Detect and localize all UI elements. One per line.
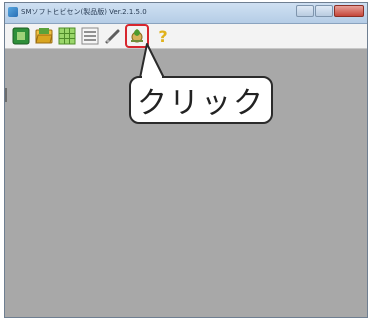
callout-box: クリック — [129, 76, 273, 124]
callout-pointer — [139, 43, 165, 79]
callout-seam — [142, 76, 162, 79]
callout-label: クリック — [137, 86, 265, 121]
